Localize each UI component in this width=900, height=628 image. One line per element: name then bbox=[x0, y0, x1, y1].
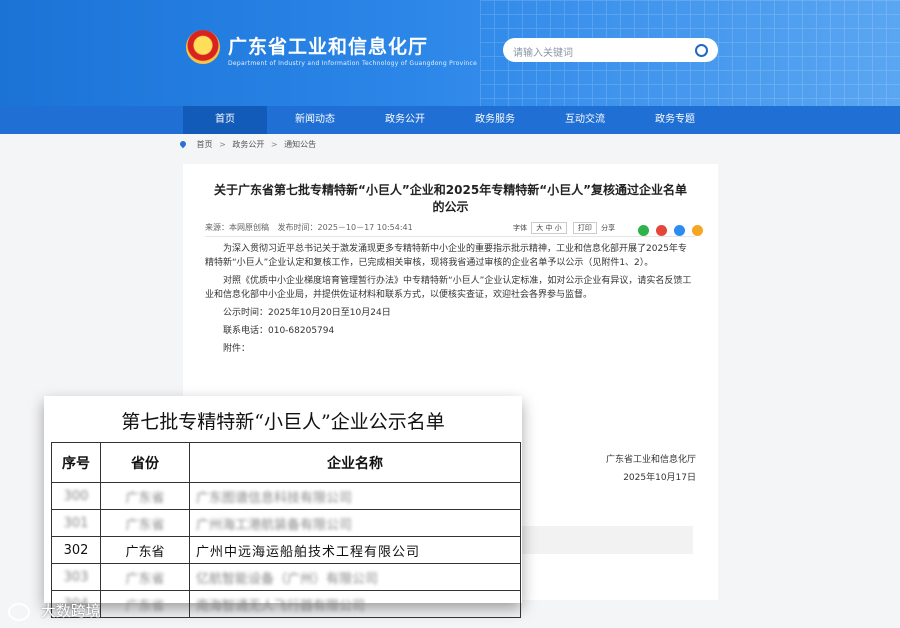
meta-divider bbox=[205, 236, 695, 237]
row-index: 300 bbox=[51, 482, 101, 510]
article-title-line2: 的公示 bbox=[432, 200, 469, 214]
favorite-share-icon[interactable] bbox=[692, 225, 704, 236]
row-company: 南海智通无人飞行器有限公司 bbox=[189, 590, 521, 618]
site-title[interactable]: 广东省工业和信息化厅 bbox=[228, 32, 428, 59]
nav-item-services[interactable]: 政务服务 bbox=[453, 106, 537, 134]
row-company: 亿航智能设备（广州）有限公司 bbox=[189, 563, 521, 591]
wechat-share-icon[interactable] bbox=[638, 225, 649, 236]
article-source: 来源：本网原创稿 bbox=[205, 223, 269, 232]
article-meta: 来源：本网原创稿 发布时间：2025－10－17 10:54:41 bbox=[205, 222, 419, 233]
qq-share-icon[interactable] bbox=[674, 225, 686, 236]
breadcrumb-notice[interactable]: 通知公告 bbox=[284, 140, 316, 149]
table-row: 303 广东省 亿航智能设备（广州）有限公司 bbox=[51, 563, 521, 591]
site-header: 广东省工业和信息化厅 Department of Industry and In… bbox=[0, 0, 900, 106]
row-province: 广东省 bbox=[100, 482, 190, 510]
signature-date: 2025年10月17日 bbox=[623, 473, 696, 483]
table-header-row: 序号 省份 企业名称 bbox=[51, 442, 521, 483]
breadcrumb-separator: > bbox=[219, 140, 226, 149]
nav-item-interaction[interactable]: 互动交流 bbox=[543, 106, 627, 134]
article-paragraph: 为深入贯彻习近平总书记关于激发涌现更多专精特新中小企业的重要指示批示精神，工业和… bbox=[205, 244, 687, 268]
row-province: 广东省 bbox=[100, 590, 190, 618]
table-row: 300 广东省 广东图谱信息科技有限公司 bbox=[51, 482, 521, 510]
nav-item-public[interactable]: 政务公开 bbox=[363, 106, 447, 134]
national-emblem-icon bbox=[186, 30, 220, 64]
search-icon[interactable] bbox=[695, 44, 708, 57]
contact-phone: 联系电话：010-68205794 bbox=[223, 326, 335, 336]
watermark: 大数跨境 bbox=[8, 600, 101, 621]
header-company: 企业名称 bbox=[189, 442, 521, 483]
header-index: 序号 bbox=[51, 442, 101, 483]
breadcrumb-home[interactable]: 首页 bbox=[197, 140, 213, 149]
list-title: 第七批专精特新“小巨人”企业公示名单 bbox=[121, 411, 445, 433]
weibo-share-icon[interactable] bbox=[656, 225, 668, 236]
breadcrumb-separator: > bbox=[270, 140, 278, 149]
list-overlay: 第七批专精特新“小巨人”企业公示名单 序号 省份 企业名称 300 广东省 广东… bbox=[44, 396, 522, 618]
publicity-period: 公示时间：2025年10月20日至10月24日 bbox=[223, 308, 391, 318]
search-box[interactable]: 请输入关键词 bbox=[503, 38, 718, 62]
nav-item-news[interactable]: 新闻动态 bbox=[273, 106, 357, 134]
row-company: 广州海工港航装备有限公司 bbox=[189, 509, 521, 537]
table-row: 301 广东省 广州海工港航装备有限公司 bbox=[51, 509, 521, 537]
main-nav: 首页 新闻动态 政务公开 政务服务 互动交流 政务专题 bbox=[0, 106, 900, 134]
row-company: 广东图谱信息科技有限公司 bbox=[189, 482, 521, 510]
table-row: 304 广东省 南海智通无人飞行器有限公司 bbox=[51, 590, 521, 618]
article-publish-time: 发布时间：2025－10－17 10:54:41 bbox=[277, 223, 413, 232]
signature-org: 广东省工业和信息化厅 bbox=[605, 455, 696, 465]
row-province: 广东省 bbox=[100, 563, 190, 591]
share-icons bbox=[636, 221, 704, 240]
blank-panel bbox=[513, 526, 693, 554]
location-pin-icon bbox=[178, 139, 188, 149]
article-paragraph: 对照《优质中小企业梯度培育管理暂行办法》中专精特新“小巨人”企业认定标准，如对公… bbox=[205, 276, 692, 300]
table-row-highlight: 302 广东省 广州中远海运船舶技术工程有限公司 bbox=[51, 536, 521, 564]
breadcrumb-public[interactable]: 政务公开 bbox=[232, 140, 264, 149]
row-index: 302 bbox=[51, 536, 101, 564]
article-body: 为深入贯彻习近平总书记关于激发涌现更多专精特新中小企业的重要指示批示精神，工业和… bbox=[205, 242, 693, 356]
attachment-label: 附件： bbox=[223, 344, 251, 354]
nav-item-home[interactable]: 首页 bbox=[183, 106, 267, 134]
breadcrumb: 首页 > 政务公开 > 通知公告 bbox=[178, 139, 316, 150]
font-label: 字体 bbox=[513, 224, 527, 232]
article-tools: 字体 大 中 小 打印 分享 bbox=[513, 222, 615, 234]
site-subtitle: Department of Industry and Information T… bbox=[228, 60, 478, 67]
header-province: 省份 bbox=[100, 442, 190, 483]
print-button[interactable]: 打印 bbox=[572, 222, 597, 234]
article-title: 关于广东省第七批专精特新“小巨人”企业和2025年专精特新“小巨人”复核通过企业… bbox=[183, 182, 718, 216]
company-table: 序号 省份 企业名称 300 广东省 广东图谱信息科技有限公司 301 广东省 … bbox=[51, 442, 521, 618]
font-size-selector[interactable]: 大 中 小 bbox=[531, 222, 567, 234]
row-index: 303 bbox=[51, 563, 101, 591]
watermark-logo-icon bbox=[8, 602, 30, 621]
article-title-line1: 关于广东省第七批专精特新“小巨人”企业和2025年专精特新“小巨人”复核通过企业… bbox=[214, 183, 687, 197]
row-province: 广东省 bbox=[100, 536, 190, 564]
row-index: 301 bbox=[51, 509, 101, 537]
row-province: 广东省 bbox=[100, 509, 190, 537]
nav-item-topics[interactable]: 政务专题 bbox=[633, 106, 717, 134]
share-label: 分享 bbox=[601, 224, 616, 232]
watermark-text: 大数跨境 bbox=[40, 602, 101, 620]
row-company: 广州中远海运船舶技术工程有限公司 bbox=[189, 536, 521, 564]
search-input[interactable]: 请输入关键词 bbox=[513, 44, 573, 59]
